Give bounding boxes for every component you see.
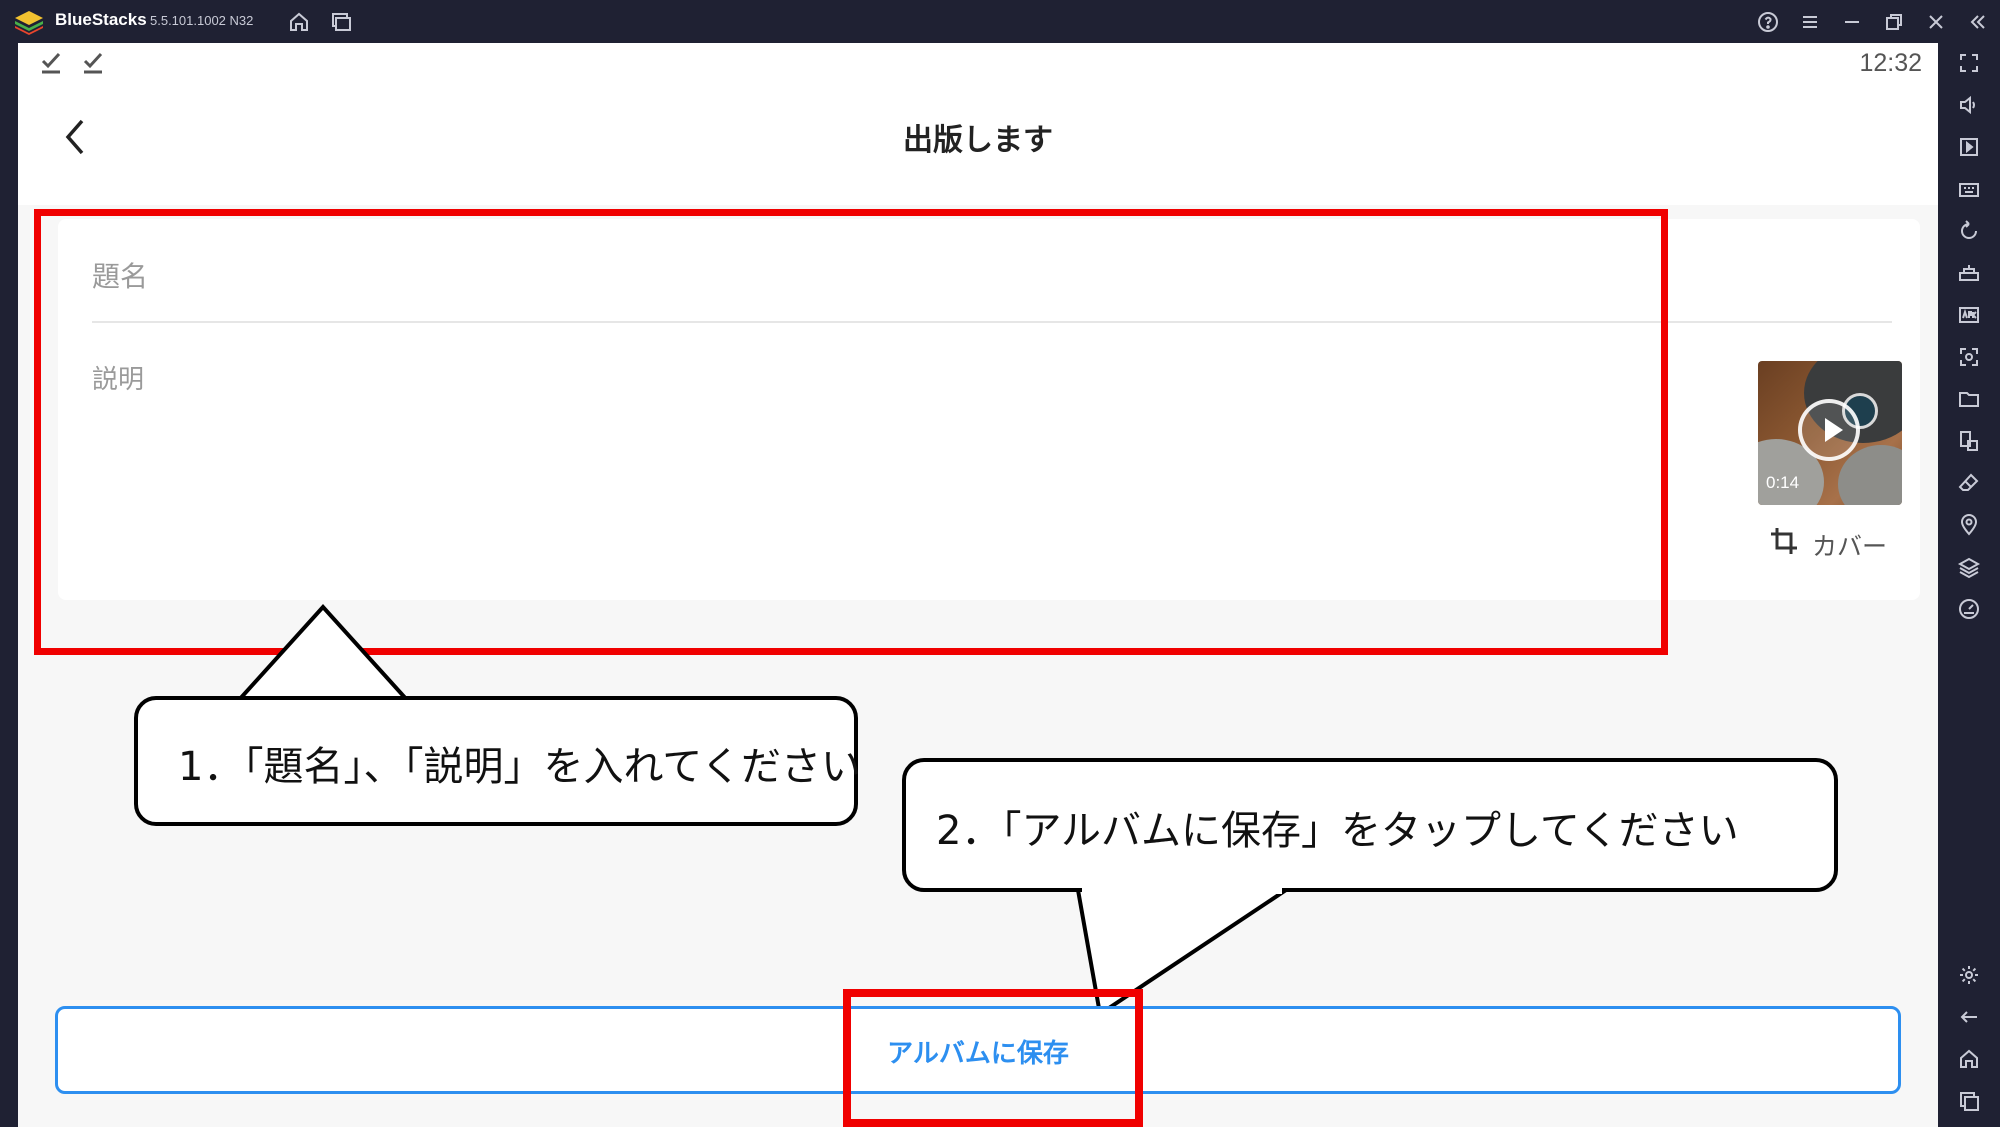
cover-label: カバー [1812,532,1888,561]
bluestacks-logo-icon [14,9,44,35]
home-icon[interactable] [287,10,311,34]
android-screen: 12:32 出版します 題名 説明 0:14 カバー 1．「題名」、「説明」を入… [18,43,1938,1127]
status-bar: 12:32 [18,43,1938,83]
settings-icon[interactable] [1957,963,1981,987]
page-title: 出版します [903,123,1053,158]
callout-1-text: 1．「題名」、「説明」を入れてください [178,744,862,790]
app-version: 5.5.101.1002 N32 [150,13,254,28]
window-left-border [0,43,18,1127]
restore-icon[interactable] [1882,10,1906,34]
volume-icon[interactable] [1957,93,1981,117]
video-duration: 0:14 [1766,473,1800,492]
media-icon[interactable] [1957,135,1981,159]
rotate-icon[interactable] [1957,219,1981,243]
close-icon[interactable] [1924,10,1948,34]
keyboard-icon[interactable] [1957,177,1981,201]
multi-instance-icon[interactable] [329,10,353,34]
callout-save-to-album: 2．「アルバムに保存」をタップしてください [902,758,1838,892]
help-icon[interactable] [1756,10,1780,34]
folder-icon[interactable] [1957,387,1981,411]
recents-icon[interactable] [1957,1089,1981,1113]
window-titlebar: BlueStacks 5.5.101.1002 N32 [0,0,2000,43]
status-clock: 12:32 [1859,49,1922,77]
crop-icon [1768,525,1800,557]
speed-icon[interactable] [1957,597,1981,621]
bluestacks-sidebar [1938,43,2000,1127]
cover-button[interactable]: カバー [1768,521,1908,561]
multi-window-icon[interactable] [1957,429,1981,453]
layers-icon[interactable] [1957,555,1981,579]
app-header: 出版します [18,83,1938,205]
play-icon[interactable] [1798,399,1860,461]
collapse-sidebar-icon[interactable] [1966,10,1990,34]
menu-icon[interactable] [1798,10,1822,34]
callout-1-pointer [238,604,413,703]
screenshot-icon[interactable] [1957,345,1981,369]
video-thumbnail[interactable]: 0:14 [1758,361,1902,505]
home-icon[interactable] [1957,1047,1981,1071]
eraser-icon[interactable] [1957,471,1981,495]
macro-icon[interactable] [1957,261,1981,285]
save-button-highlight-box [843,989,1143,1127]
download-done-icon [80,49,106,75]
form-highlight-box [34,209,1668,655]
callout-enter-title-description: 1．「題名」、「説明」を入れてください [134,696,862,826]
location-icon[interactable] [1957,513,1981,537]
apk-icon[interactable] [1957,303,1981,327]
fullscreen-icon[interactable] [1957,51,1981,75]
minimize-icon[interactable] [1840,10,1864,34]
callout-2-text: 2．「アルバムに保存」をタップしてください [936,808,1739,854]
download-done-icon [38,49,64,75]
app-name: BlueStacks [55,10,147,29]
back-icon[interactable] [1957,1005,1981,1029]
